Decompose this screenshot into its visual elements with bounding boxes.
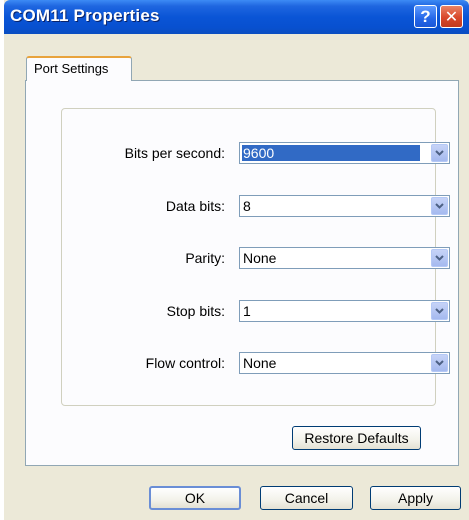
parity-label: Parity: — [185, 250, 225, 266]
data-bits-value: 8 — [243, 198, 251, 214]
flow-control-dropdown-button[interactable] — [431, 354, 448, 372]
help-icon: ? — [420, 6, 431, 26]
flow-control-select[interactable]: None — [239, 352, 450, 374]
parity-select[interactable]: None — [239, 247, 450, 269]
bits-per-second-label: Bits per second: — [124, 145, 225, 161]
data-bits-select[interactable]: 8 — [239, 195, 450, 217]
chevron-down-icon — [435, 150, 444, 156]
port-settings-panel: Bits per second: 9600 Data bits: 8 Parit… — [25, 80, 459, 466]
data-bits-dropdown-button[interactable] — [431, 197, 448, 215]
properties-dialog: COM11 Properties ? ✕ Port Settings Bits … — [4, 0, 469, 520]
apply-button[interactable]: Apply — [370, 486, 461, 510]
bits-per-second-select[interactable]: 9600 — [239, 142, 450, 164]
settings-group: Bits per second: 9600 Data bits: 8 Parit… — [61, 108, 450, 406]
parity-dropdown-button[interactable] — [431, 249, 448, 267]
stop-bits-select[interactable]: 1 — [239, 300, 450, 322]
chevron-down-icon — [435, 308, 444, 314]
restore-defaults-button[interactable]: Restore Defaults — [292, 426, 421, 450]
title-bar[interactable]: COM11 Properties ? ✕ — [4, 0, 469, 34]
stop-bits-value: 1 — [243, 303, 251, 319]
cancel-button[interactable]: Cancel — [260, 486, 353, 510]
flow-control-value: None — [243, 355, 277, 371]
close-icon: ✕ — [444, 8, 459, 26]
window-title: COM11 Properties — [10, 6, 160, 25]
flow-control-label: Flow control: — [145, 355, 225, 371]
bits-per-second-dropdown-button[interactable] — [431, 144, 448, 162]
chevron-down-icon — [435, 203, 444, 209]
close-button[interactable]: ✕ — [440, 5, 463, 28]
bits-per-second-value: 9600 — [242, 145, 420, 161]
stop-bits-dropdown-button[interactable] — [431, 302, 448, 320]
chevron-down-icon — [435, 255, 444, 261]
parity-value: None — [243, 250, 277, 266]
tab-port-settings[interactable]: Port Settings — [26, 56, 132, 81]
data-bits-label: Data bits: — [165, 198, 225, 214]
stop-bits-label: Stop bits: — [166, 303, 225, 319]
help-button[interactable]: ? — [414, 5, 437, 28]
ok-button[interactable]: OK — [149, 486, 241, 510]
chevron-down-icon — [435, 360, 444, 366]
